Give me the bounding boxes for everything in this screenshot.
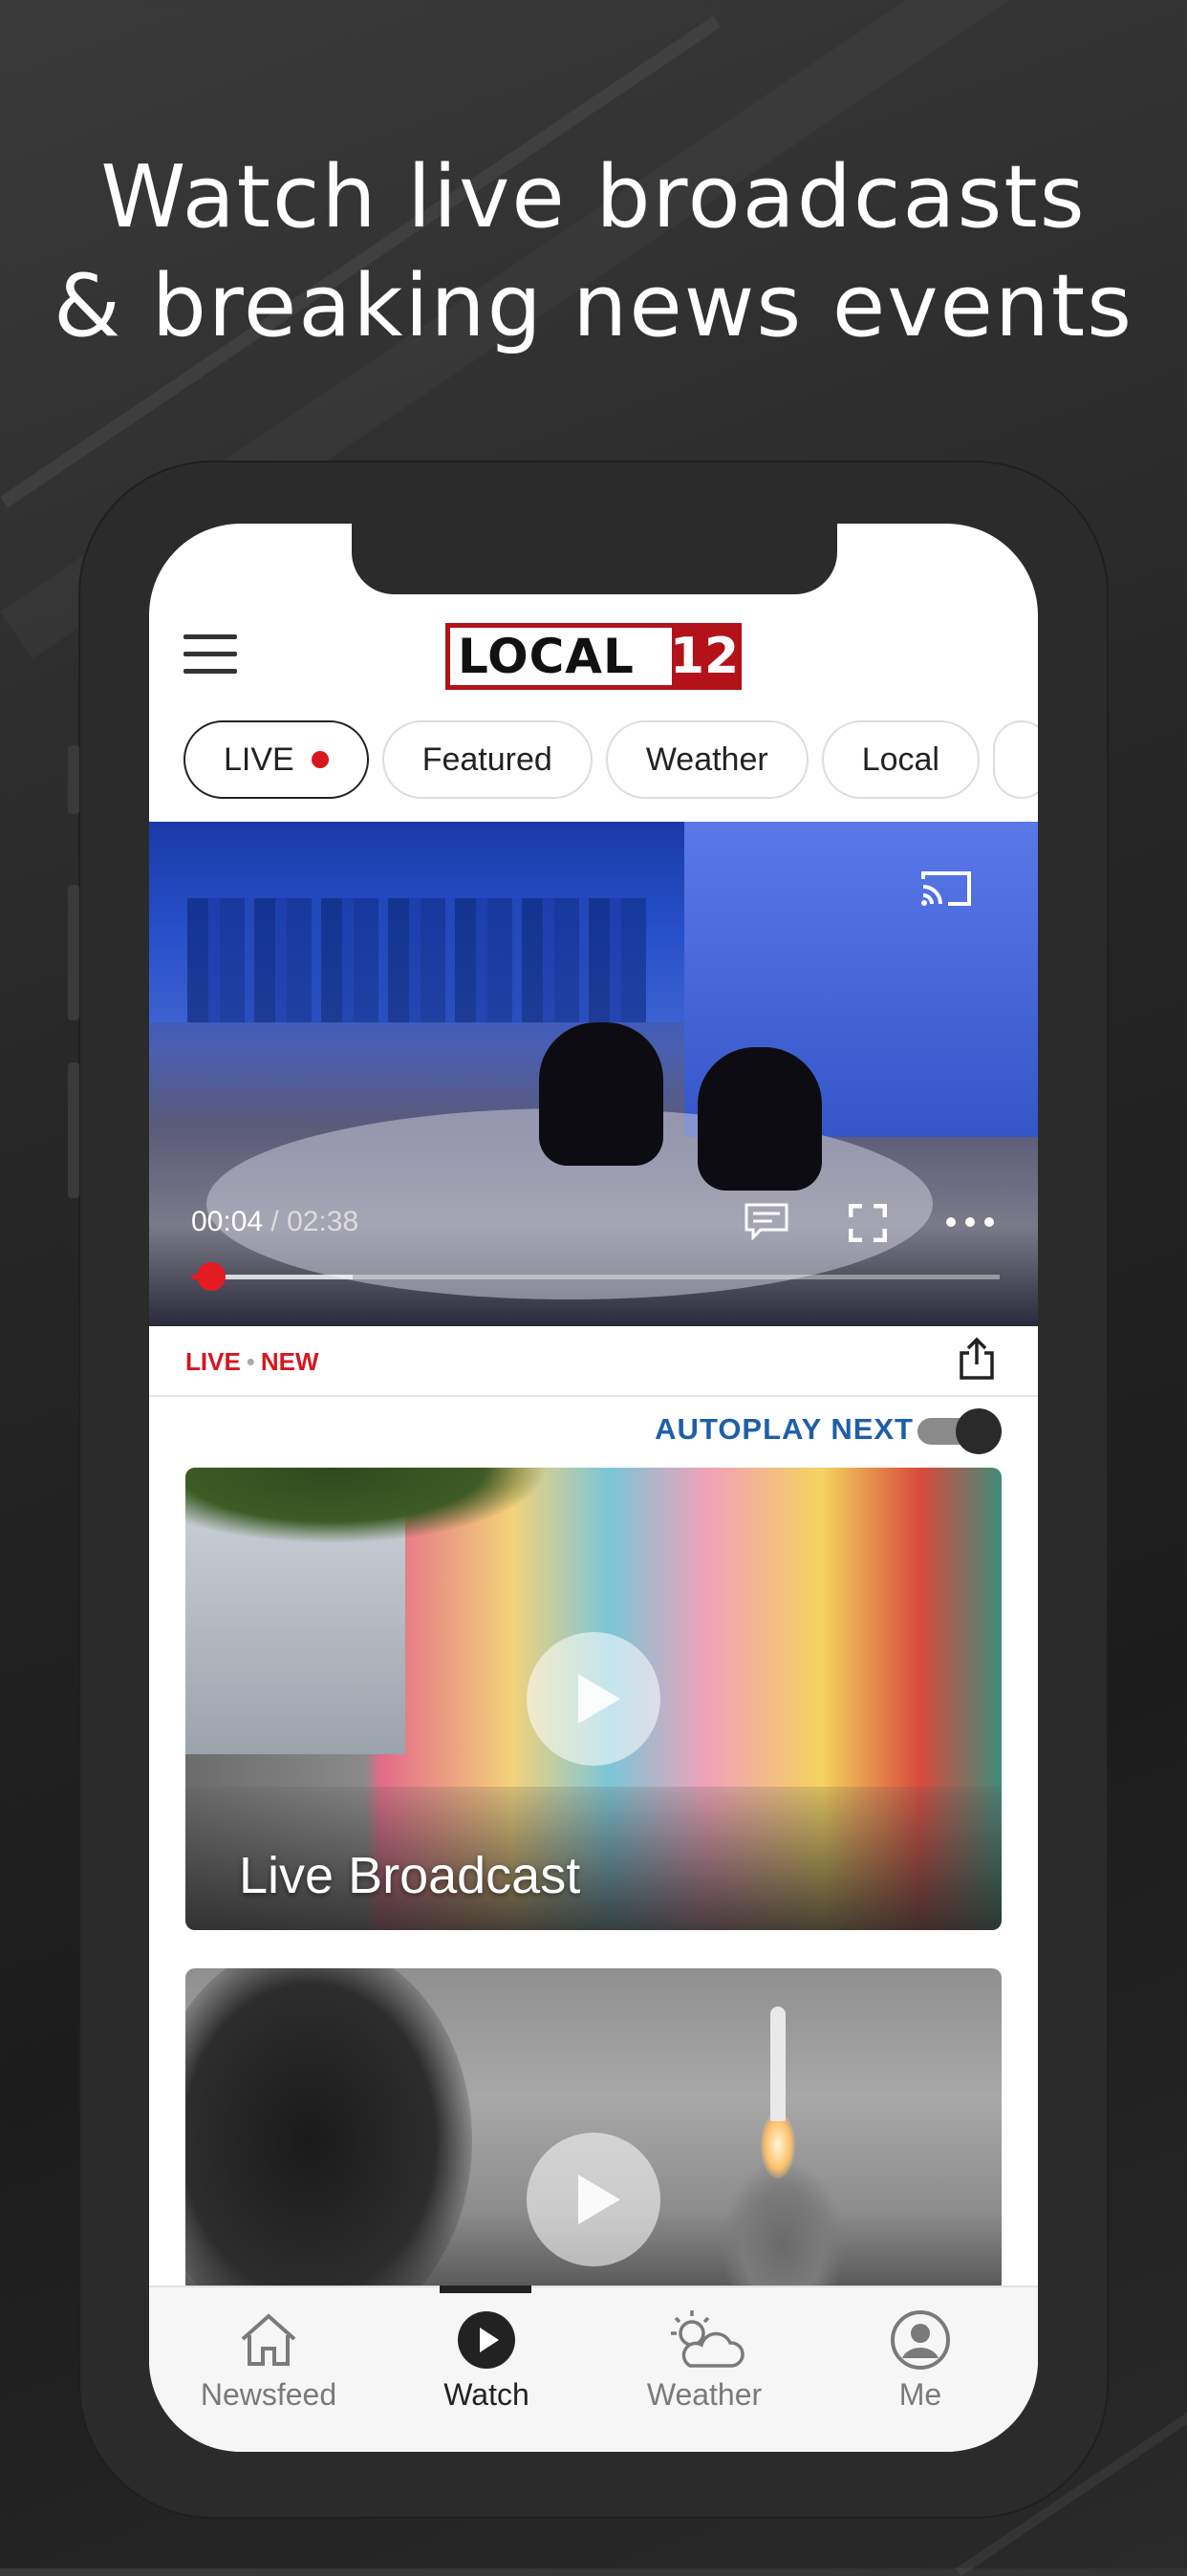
promo-headline: Watch live broadcasts & breaking news ev…	[0, 143, 1187, 361]
active-tab-indicator	[440, 2286, 531, 2293]
promo-headline-line-2: & breaking news events	[53, 256, 1134, 356]
playback-time: 00:04 / 02:38	[191, 1206, 358, 1238]
play-circle-icon	[458, 2311, 515, 2369]
current-time: 00:04	[191, 1206, 264, 1237]
tag-separator: •	[246, 1347, 255, 1376]
chip-local[interactable]: Local	[821, 720, 980, 799]
phone-side-button	[68, 1063, 79, 1198]
duration: 02:38	[287, 1206, 359, 1237]
tab-me[interactable]: Me	[830, 2307, 1011, 2413]
local12-logo: LOCAL 12	[445, 623, 742, 690]
logo-text: LOCAL	[458, 629, 635, 684]
closed-captions-icon[interactable]	[744, 1202, 789, 1240]
card-thumbnail-foliage	[185, 1968, 472, 2293]
toggle-thumb	[956, 1408, 1002, 1454]
bottom-tab-bar: Newsfeed Watch Weather Me	[149, 2286, 1038, 2452]
phone-screen: LOCAL 12 LIVE Featured Weather Local 00:…	[149, 524, 1038, 2452]
card-thumbnail-tree	[185, 1468, 549, 1544]
tab-weather[interactable]: Weather	[614, 2307, 795, 2413]
video-player[interactable]: 00:04 / 02:38	[149, 822, 1038, 1326]
chip-live[interactable]: LIVE	[183, 720, 369, 799]
autoplay-next-label: AUTOPLAY NEXT	[655, 1412, 914, 1446]
chip-label: Featured	[421, 741, 552, 778]
tag-new: NEW	[260, 1347, 319, 1376]
tag-live: LIVE	[185, 1347, 241, 1376]
video-frame-chair	[698, 1047, 822, 1191]
card-thumbnail-flame	[761, 2112, 795, 2179]
chip-featured[interactable]: Featured	[381, 720, 593, 799]
tab-label: Newsfeed	[200, 2377, 337, 2412]
tab-label: Watch	[443, 2377, 529, 2412]
chip-weather[interactable]: Weather	[605, 720, 809, 799]
house-icon	[241, 2313, 296, 2366]
phone-notch	[352, 524, 837, 594]
chip-partial[interactable]	[992, 720, 1038, 799]
menu-icon[interactable]	[183, 634, 237, 675]
chip-label: Local	[861, 741, 939, 778]
tab-label: Me	[898, 2377, 942, 2412]
more-options-icon[interactable]	[944, 1215, 996, 1229]
autoplay-toggle[interactable]	[917, 1408, 1002, 1454]
live-dot-icon	[311, 751, 329, 768]
share-icon[interactable]	[958, 1336, 996, 1382]
tab-newsfeed[interactable]: Newsfeed	[178, 2307, 359, 2413]
tab-label: Weather	[646, 2377, 763, 2412]
promo-headline-line-1: Watch live broadcasts	[100, 147, 1087, 247]
time-separator: /	[263, 1206, 288, 1237]
chip-label: LIVE	[224, 741, 294, 778]
video-card[interactable]: Live Broadcast	[185, 1468, 1002, 1930]
video-tags: LIVE • NEW	[185, 1347, 319, 1377]
video-frame-backdrop	[149, 822, 684, 1022]
phone-side-button	[68, 885, 79, 1020]
progress-knob[interactable]	[197, 1262, 227, 1291]
chip-label: Weather	[645, 741, 768, 778]
video-card[interactable]	[185, 1968, 1002, 2293]
logo-number: 12	[669, 628, 740, 685]
user-circle-icon	[891, 2310, 950, 2370]
category-chips: LIVE Featured Weather Local	[183, 720, 1038, 799]
card-thumbnail-plume	[721, 2159, 845, 2293]
card-thumbnail-rocket	[770, 2007, 786, 2121]
video-meta-row: LIVE • NEW	[149, 1326, 1038, 1397]
progress-bar[interactable]	[191, 1262, 1000, 1291]
cast-icon[interactable]	[919, 869, 973, 908]
play-icon[interactable]	[527, 2133, 660, 2266]
fullscreen-icon[interactable]	[849, 1204, 887, 1242]
tab-watch[interactable]: Watch	[396, 2307, 577, 2413]
partly-cloudy-icon	[671, 2310, 745, 2368]
phone-side-button	[68, 745, 79, 814]
card-title: Live Broadcast	[239, 1847, 581, 1904]
play-icon[interactable]	[527, 1632, 660, 1766]
video-frame-chair	[539, 1022, 663, 1166]
